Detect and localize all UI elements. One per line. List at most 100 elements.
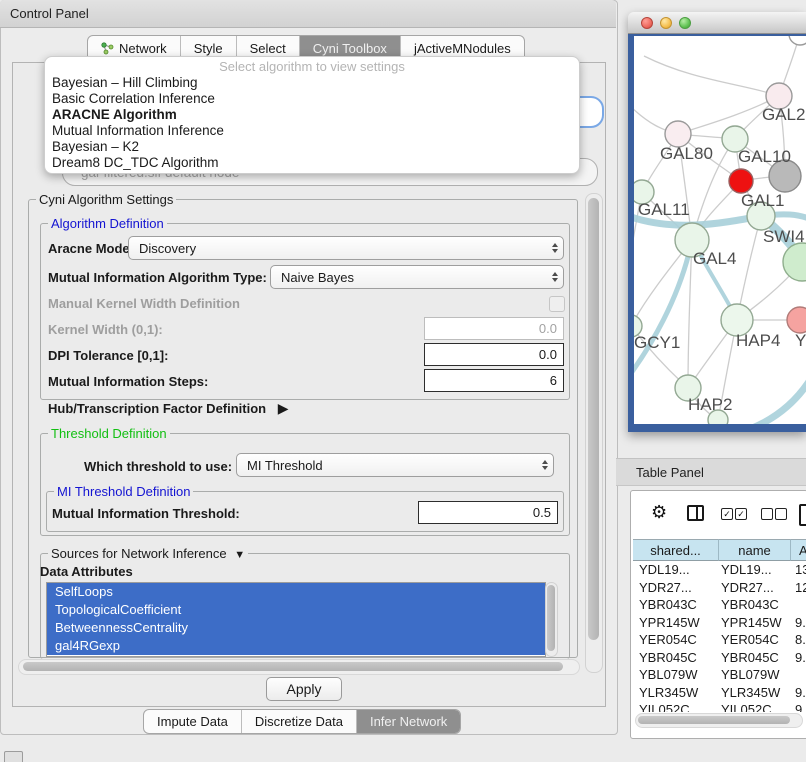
table-column-header[interactable]: shared... bbox=[633, 539, 719, 561]
table-cell: YER054C bbox=[633, 632, 719, 647]
unchecked-checkbox-icon[interactable] bbox=[775, 508, 787, 520]
table-mode-icon[interactable] bbox=[799, 504, 806, 526]
table-cell: YBR045C bbox=[633, 650, 719, 665]
network-node[interactable] bbox=[783, 243, 806, 281]
mi-type-label: Mutual Information Algorithm Type: bbox=[48, 270, 267, 285]
mi-steps-value: 6 bbox=[550, 373, 557, 388]
table-column-header[interactable]: name bbox=[719, 539, 791, 561]
network-view-frame: GAL2GAL80GAL10GAL1GAL11SWI4GAL4GCY1HAP4Y… bbox=[628, 34, 806, 432]
tab-jactivemnodules-label: jActiveMNodules bbox=[414, 41, 511, 56]
apply-button-label: Apply bbox=[286, 681, 321, 697]
table-cell: YIL052C bbox=[633, 702, 719, 712]
dpi-tolerance-field[interactable]: 0.0 bbox=[424, 343, 564, 366]
sources-legend[interactable]: Sources for Network Inference ▼ bbox=[48, 546, 248, 561]
algorithm-option[interactable]: Mutual Information Inference bbox=[45, 123, 579, 139]
algorithm-popup-placeholder: Select algorithm to view settings bbox=[45, 59, 579, 75]
combo-arrows-icon bbox=[542, 454, 548, 476]
table-row[interactable]: YER054CYER054C8. bbox=[633, 631, 806, 649]
settings-vscrollbar[interactable] bbox=[585, 193, 603, 673]
close-traffic-light[interactable] bbox=[641, 17, 653, 29]
minimize-traffic-light[interactable] bbox=[660, 17, 672, 29]
table-cell: YIL052C bbox=[719, 702, 791, 712]
data-attribute-item[interactable]: SelfLoops bbox=[47, 583, 545, 601]
network-node[interactable] bbox=[789, 36, 806, 45]
network-node-y[interactable] bbox=[787, 307, 806, 333]
screen: Control Panel ✖ Network Style Select Cyn… bbox=[0, 0, 806, 762]
aracne-mode-label: Aracne Mode: bbox=[48, 241, 134, 256]
algorithm-option[interactable]: Bayesian – K2 bbox=[45, 139, 579, 155]
mi-threshold-label: Mutual Information Threshold: bbox=[52, 506, 240, 521]
table-row[interactable]: YDL19...YDL19...13 bbox=[633, 561, 806, 579]
table-row[interactable]: YBR043CYBR043C bbox=[633, 596, 806, 614]
network-node-label: Y bbox=[795, 331, 806, 350]
checked-checkbox-icon[interactable]: ✓ bbox=[735, 508, 747, 520]
attribute-list-scrollbar[interactable] bbox=[545, 582, 558, 657]
mi-steps-field[interactable]: 6 bbox=[424, 369, 564, 392]
table-row[interactable]: YBR045CYBR045C9. bbox=[633, 649, 806, 667]
table-hscrollbar-thumb[interactable] bbox=[638, 716, 790, 724]
data-attribute-item[interactable]: gal4RGexp bbox=[47, 637, 545, 655]
aracne-mode-combo[interactable]: Discovery bbox=[128, 236, 564, 260]
tab-discretize-data[interactable]: Discretize Data bbox=[241, 710, 356, 733]
control-panel-titlebar: Control Panel bbox=[0, 0, 616, 28]
table-panel-title: Table Panel bbox=[636, 465, 704, 480]
settings-hscrollbar-thumb[interactable] bbox=[23, 662, 563, 671]
unchecked-checkbox-icon[interactable] bbox=[761, 508, 773, 520]
cyni-algorithm-settings-legend: Cyni Algorithm Settings bbox=[36, 192, 176, 207]
kernel-width-label: Kernel Width (0,1): bbox=[48, 322, 163, 337]
algorithm-option[interactable]: Dream8 DC_TDC Algorithm bbox=[45, 155, 579, 171]
network-node-label: HAP4 bbox=[736, 331, 780, 350]
column-layout-icon[interactable] bbox=[687, 505, 704, 521]
table-body: YDL19...YDL19...13YDR27...YDR27...12YBR0… bbox=[633, 561, 806, 712]
settings-hscrollbar[interactable] bbox=[18, 659, 580, 675]
mi-threshold-legend: MI Threshold Definition bbox=[54, 484, 193, 499]
hub-section-label: Hub/Transcription Factor Definition bbox=[48, 401, 266, 416]
table-hscrollbar[interactable] bbox=[635, 713, 803, 728]
control-panel-title: Control Panel bbox=[10, 6, 89, 21]
data-attribute-item[interactable]: BetweennessCentrality bbox=[47, 619, 545, 637]
attribute-list-scrollbar-thumb[interactable] bbox=[547, 585, 555, 651]
cyni-bottom-tabbar: Impute Data Discretize Data Infer Networ… bbox=[143, 709, 461, 734]
tab-cyni-toolbox-label: Cyni Toolbox bbox=[313, 41, 387, 56]
kernel-width-field[interactable]: 0.0 bbox=[424, 317, 564, 340]
mi-threshold-field[interactable]: 0.5 bbox=[418, 501, 558, 524]
table-cell: YLR345W bbox=[633, 685, 719, 700]
network-node-gal1[interactable] bbox=[729, 169, 753, 193]
table-row[interactable]: YPR145WYPR145W9. bbox=[633, 614, 806, 632]
data-attribute-item[interactable]: TopologicalCoefficient bbox=[47, 601, 545, 619]
tab-infer-network[interactable]: Infer Network bbox=[356, 710, 460, 733]
algorithm-option[interactable]: Bayesian – Hill Climbing bbox=[45, 75, 579, 91]
mi-type-combo[interactable]: Naive Bayes bbox=[270, 265, 564, 289]
gear-icon[interactable]: ⚙ bbox=[651, 502, 667, 523]
network-node-label: HAP2 bbox=[688, 395, 732, 414]
table-row[interactable]: YLR345WYLR345W9. bbox=[633, 684, 806, 702]
tab-infer-network-label: Infer Network bbox=[370, 714, 447, 729]
aracne-mode-value: Discovery bbox=[139, 241, 196, 256]
tab-impute-data-label: Impute Data bbox=[157, 714, 228, 729]
table-row[interactable]: YDR27...YDR27...12 bbox=[633, 579, 806, 597]
which-threshold-combo[interactable]: MI Threshold bbox=[236, 453, 554, 477]
manual-kernel-checkbox[interactable] bbox=[549, 296, 565, 312]
network-window: GAL2GAL80GAL10GAL1GAL11SWI4GAL4GCY1HAP4Y… bbox=[628, 12, 806, 432]
table-cell: 9 bbox=[791, 702, 806, 712]
data-attributes-list: SelfLoopsTopologicalCoefficientBetweenne… bbox=[46, 582, 546, 657]
network-canvas[interactable]: GAL2GAL80GAL10GAL1GAL11SWI4GAL4GCY1HAP4Y… bbox=[634, 36, 806, 424]
table-cell: YDL19... bbox=[719, 562, 791, 577]
table-row[interactable]: YBL079WYBL079W bbox=[633, 666, 806, 684]
manual-kernel-label: Manual Kernel Width Definition bbox=[48, 296, 240, 311]
table-column-header[interactable]: A bbox=[791, 539, 806, 561]
table-row[interactable]: YIL052CYIL052C9 bbox=[633, 701, 806, 712]
zoom-traffic-light[interactable] bbox=[679, 17, 691, 29]
combo-arrows-icon bbox=[552, 237, 558, 259]
apply-button[interactable]: Apply bbox=[266, 677, 342, 701]
hub-section-toggle[interactable]: Hub/Transcription Factor Definition ▶ bbox=[48, 400, 289, 417]
checked-checkbox-icon[interactable]: ✓ bbox=[721, 508, 733, 520]
algorithm-definition-legend: Algorithm Definition bbox=[48, 216, 167, 231]
threshold-definition-legend: Threshold Definition bbox=[48, 426, 170, 441]
settings-vscrollbar-thumb[interactable] bbox=[588, 198, 599, 640]
algorithm-option[interactable]: Basic Correlation Inference bbox=[45, 91, 579, 107]
algorithm-option[interactable]: ARACNE Algorithm bbox=[45, 107, 579, 123]
collapse-corner-button[interactable] bbox=[4, 751, 23, 762]
tab-impute-data[interactable]: Impute Data bbox=[144, 710, 241, 733]
dpi-tolerance-label: DPI Tolerance [0,1]: bbox=[48, 348, 168, 363]
